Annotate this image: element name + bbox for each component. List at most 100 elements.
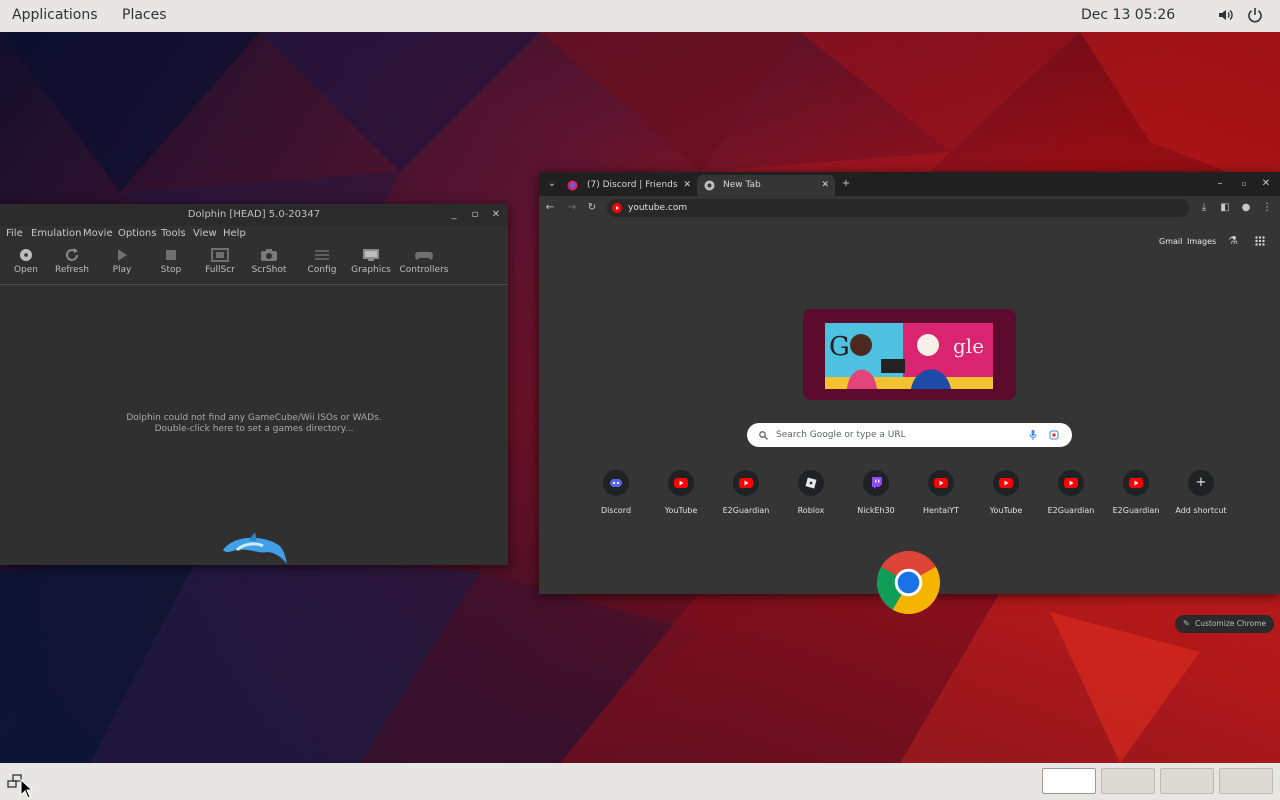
tab-search-chevron-icon[interactable]: ⌄ [545, 177, 559, 191]
chrome-toolbar: ← → ↻ youtube.com ⤓ ◧ ● ⋮ [539, 196, 1280, 220]
dolphin-window[interactable]: Dolphin [HEAD] 5.0-20347 _ ▫ ✕ File Emul… [0, 204, 508, 565]
back-arrow-icon[interactable]: ← [543, 201, 557, 215]
maximize-button[interactable]: ▫ [465, 204, 485, 226]
search-icon [759, 431, 768, 440]
discord-favicon-icon [567, 180, 578, 191]
menu-view[interactable]: View [193, 228, 217, 239]
profile-icon[interactable]: ● [1239, 201, 1253, 215]
shortcut-label: E2Guardian [1047, 506, 1095, 515]
shortcut-tile[interactable]: E2Guardian [1039, 470, 1103, 515]
stop-button[interactable]: Stop [145, 248, 197, 275]
tab-discord[interactable]: (7) Discord | Friends ✕ [561, 175, 695, 196]
tab-close-icon[interactable]: ✕ [821, 175, 829, 196]
clock[interactable]: Dec 13 05:26 [1081, 7, 1175, 23]
download-icon[interactable]: ⤓ [1197, 201, 1211, 215]
forward-arrow-icon[interactable]: → [565, 201, 579, 215]
gmail-link[interactable]: Gmail [1159, 237, 1182, 246]
customize-label: Customize Chrome [1195, 619, 1267, 628]
menu-emulation[interactable]: Emulation [31, 228, 81, 239]
fullscreen-button[interactable]: FullScr [194, 248, 246, 275]
menu-help[interactable]: Help [223, 228, 246, 239]
shortcut-tile[interactable]: E2Guardian [714, 470, 778, 515]
youtube-icon [928, 470, 954, 496]
shortcut-tile[interactable]: NickEh30 [844, 470, 908, 515]
top-panel: Applications Places Dec 13 05:26 [0, 0, 1280, 32]
places-menu[interactable]: Places [122, 7, 167, 23]
maximize-button[interactable]: ▫ [1237, 177, 1251, 191]
youtube-favicon-icon [612, 203, 622, 213]
dolphin-logo-icon [223, 532, 287, 564]
refresh-icon [66, 248, 78, 261]
pencil-icon: ✎ [1183, 619, 1190, 628]
power-icon[interactable] [1246, 6, 1264, 24]
graphics-button[interactable]: Graphics [345, 248, 397, 275]
labs-flask-icon[interactable]: ⚗ [1226, 234, 1240, 248]
apps-grid-icon[interactable] [1255, 236, 1265, 246]
minimize-button[interactable]: – [1213, 177, 1227, 191]
shortcut-tile[interactable]: E2Guardian [1104, 470, 1168, 515]
chrome-window[interactable]: ⌄ (7) Discord | Friends ✕ New Tab ✕ + – … [539, 172, 1280, 633]
shortcut-label: E2Guardian [722, 506, 770, 515]
stop-label: Stop [160, 265, 182, 275]
shortcut-label: Roblox [797, 506, 825, 515]
workspace-3[interactable] [1160, 768, 1214, 794]
refresh-button[interactable]: Refresh [46, 248, 98, 275]
shortcut-tile[interactable]: YouTube [649, 470, 713, 515]
shortcut-label: YouTube [989, 506, 1023, 515]
menu-kebab-icon[interactable]: ⋮ [1260, 201, 1274, 215]
screenshot-button[interactable]: ScrShot [243, 248, 295, 275]
dolphin-toolbar: Open Refresh Play Stop FullScr ScrShot C… [0, 244, 508, 285]
volume-icon[interactable] [1217, 6, 1235, 24]
images-link[interactable]: Images [1187, 237, 1216, 246]
tab-close-icon[interactable]: ✕ [683, 175, 691, 196]
menu-tools[interactable]: Tools [161, 228, 186, 239]
applications-menu[interactable]: Applications [12, 7, 98, 23]
google-doodle[interactable]: G gle [803, 309, 1016, 400]
menu-file[interactable]: File [6, 228, 23, 239]
reload-icon[interactable]: ↻ [585, 201, 599, 215]
config-button[interactable]: Config [296, 248, 348, 275]
workspace-2[interactable] [1101, 768, 1155, 794]
omnibox[interactable]: youtube.com [607, 199, 1189, 217]
tab-discord-title: (7) Discord | Friends [587, 180, 678, 190]
close-button[interactable]: ✕ [486, 204, 506, 226]
tab-strip: ⌄ (7) Discord | Friends ✕ New Tab ✕ + – … [539, 172, 1280, 196]
side-panel-icon[interactable]: ◧ [1218, 201, 1232, 215]
google-search-box[interactable]: Search Google or type a URL [747, 423, 1072, 447]
lens-camera-icon[interactable] [1049, 430, 1059, 440]
play-icon [118, 249, 127, 261]
empty-games-message[interactable]: Dolphin could not find any GameCube/Wii … [0, 413, 508, 435]
open-button[interactable]: Open [0, 248, 52, 275]
controllers-label: Controllers [399, 265, 449, 275]
minimize-button[interactable]: _ [444, 204, 464, 226]
camera-icon [261, 249, 277, 261]
menu-movie[interactable]: Movie [83, 228, 113, 239]
close-button[interactable]: ✕ [1259, 177, 1273, 191]
youtube-icon [733, 470, 759, 496]
dolphin-menubar: File Emulation Movie Options Tools View … [0, 226, 508, 242]
workspace-1[interactable] [1042, 768, 1096, 794]
controllers-button[interactable]: Controllers [398, 248, 450, 275]
shortcut-tile[interactable]: HentaiYT [909, 470, 973, 515]
tab-new-tab[interactable]: New Tab ✕ [697, 175, 835, 196]
fullscreen-icon [211, 248, 229, 262]
svg-text:G: G [829, 332, 850, 362]
shortcut-tile[interactable]: Discord [584, 470, 648, 515]
twitch-icon [863, 470, 889, 496]
shortcut-tile[interactable]: YouTube [974, 470, 1038, 515]
svg-text:gle: gle [953, 334, 984, 358]
empty-message-line2: Double-click here to set a games directo… [154, 424, 354, 434]
workspace-4[interactable] [1219, 768, 1273, 794]
play-button[interactable]: Play [96, 248, 148, 275]
menu-options[interactable]: Options [118, 228, 157, 239]
add-shortcut-button[interactable]: + Add shortcut [1169, 470, 1233, 515]
microphone-icon[interactable] [1029, 430, 1037, 440]
customize-chrome-button[interactable]: ✎ Customize Chrome [1175, 615, 1275, 633]
dolphin-titlebar[interactable]: Dolphin [HEAD] 5.0-20347 _ ▫ ✕ [0, 204, 508, 226]
mouse-cursor-icon [20, 779, 34, 799]
youtube-icon [1123, 470, 1149, 496]
youtube-icon [993, 470, 1019, 496]
shortcut-tile[interactable]: Roblox [779, 470, 843, 515]
new-tab-plus-icon[interactable]: + [839, 177, 853, 191]
fullscreen-label: FullScr [205, 265, 235, 275]
